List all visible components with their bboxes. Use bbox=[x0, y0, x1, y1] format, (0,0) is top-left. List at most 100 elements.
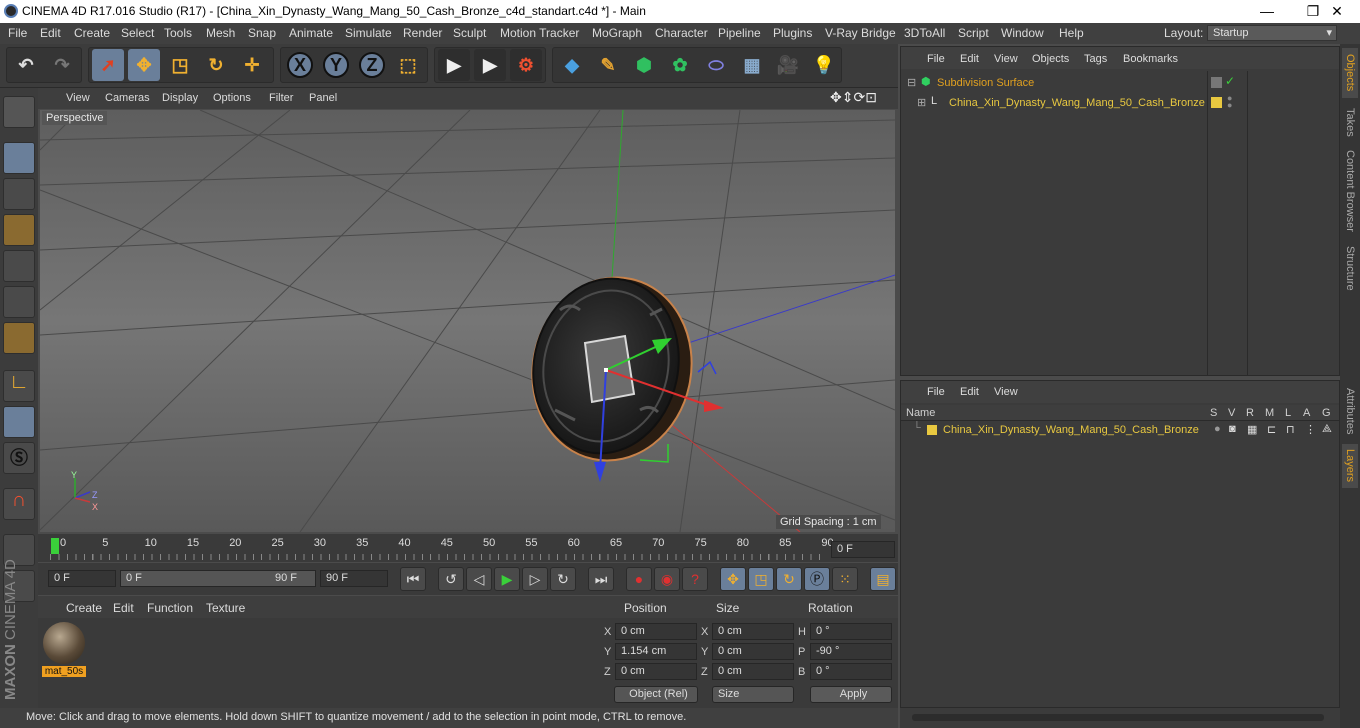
axis-mode-icon[interactable]: ∟ bbox=[3, 370, 35, 402]
scale-tool-icon[interactable]: ◳ bbox=[164, 49, 196, 81]
edges-mode-icon[interactable] bbox=[3, 286, 35, 318]
manager-icon[interactable]: ⊏ bbox=[1267, 423, 1276, 436]
obj-menu-bookmarks[interactable]: Bookmarks bbox=[1123, 53, 1178, 65]
coordinate-mode-select[interactable]: Object (Rel) bbox=[614, 686, 698, 703]
points-mode-icon[interactable] bbox=[3, 250, 35, 282]
make-editable-icon[interactable] bbox=[3, 96, 35, 128]
obj-menu-edit[interactable]: Edit bbox=[960, 53, 979, 65]
cloner-icon[interactable]: ✿ bbox=[664, 49, 696, 81]
size-z-field[interactable]: 0 cm bbox=[712, 663, 794, 680]
menu-tools[interactable]: Tools bbox=[164, 26, 192, 40]
layer-menu-view[interactable]: View bbox=[994, 386, 1018, 398]
start-frame-field[interactable]: 0 F bbox=[48, 570, 116, 587]
previous-key-icon[interactable]: ↺ bbox=[438, 567, 464, 591]
layer-color-swatch[interactable] bbox=[1211, 97, 1222, 108]
snap-icon[interactable]: Ⓢ bbox=[3, 442, 35, 474]
end-frame-field[interactable]: 90 F bbox=[320, 570, 388, 587]
material-item[interactable]: mat_50s bbox=[42, 622, 86, 678]
cube-icon[interactable]: ◆ bbox=[556, 49, 588, 81]
menu-file[interactable]: File bbox=[8, 26, 27, 40]
col-m[interactable]: M bbox=[1265, 407, 1274, 419]
animation-icon[interactable]: ⋮ bbox=[1305, 423, 1316, 436]
key-pla-icon[interactable]: ⁙ bbox=[832, 567, 858, 591]
col-l[interactable]: L bbox=[1285, 407, 1291, 419]
subdivision-surface-icon[interactable]: ⬢ bbox=[628, 49, 660, 81]
menu-character[interactable]: Character bbox=[655, 26, 708, 40]
collapse-icon[interactable]: ⊟ bbox=[907, 76, 916, 89]
menu-help[interactable]: Help bbox=[1059, 26, 1084, 40]
viewport-menu-display[interactable]: Display bbox=[162, 92, 198, 104]
menu-render[interactable]: Render bbox=[403, 26, 442, 40]
menu-mesh[interactable]: Mesh bbox=[206, 26, 235, 40]
viewport-menu-view[interactable]: View bbox=[66, 92, 90, 104]
key-rotation-icon[interactable]: ↻ bbox=[776, 567, 802, 591]
live-selection-tool-icon[interactable]: ➚ bbox=[92, 49, 124, 81]
pen-spline-icon[interactable]: ✎ bbox=[592, 49, 624, 81]
layer-row[interactable]: └ China_Xin_Dynasty_Wang_Mang_50_Cash_Br… bbox=[903, 422, 1339, 439]
current-frame-field[interactable]: 0 F bbox=[831, 541, 895, 558]
render-to-picture-viewer-icon[interactable]: ▶ bbox=[474, 49, 506, 81]
horizontal-scrollbar[interactable] bbox=[900, 708, 1340, 728]
tab-content-browser[interactable]: Content Browser bbox=[1342, 146, 1358, 236]
minimize-button[interactable]: — bbox=[1244, 0, 1290, 23]
viewport-menu-panel[interactable]: Panel bbox=[309, 92, 337, 104]
floor-icon[interactable]: ▦ bbox=[736, 49, 768, 81]
redo-button[interactable]: ↷ bbox=[46, 49, 78, 81]
menu-plugins[interactable]: Plugins bbox=[773, 26, 812, 40]
tab-layers[interactable]: Layers bbox=[1342, 444, 1358, 488]
menu-pipeline[interactable]: Pipeline bbox=[718, 26, 761, 40]
y-axis-lock-button[interactable]: Y bbox=[320, 49, 352, 81]
menu-3dtoall[interactable]: 3DToAll bbox=[904, 26, 945, 40]
pos-y-field[interactable]: 1.154 cm bbox=[615, 643, 697, 660]
enabled-check-icon[interactable]: ✓ bbox=[1225, 74, 1235, 88]
tab-takes[interactable]: Takes bbox=[1342, 102, 1358, 142]
menu-snap[interactable]: Snap bbox=[248, 26, 276, 40]
tab-attributes[interactable]: Attributes bbox=[1342, 382, 1358, 440]
size-mode-select[interactable]: Size bbox=[712, 686, 794, 703]
render-icon[interactable]: ▦ bbox=[1247, 423, 1257, 436]
pos-z-field[interactable]: 0 cm bbox=[615, 663, 697, 680]
frame-range-slider[interactable]: 0 F 90 F bbox=[120, 570, 316, 587]
timeline-ruler[interactable]: 0 5 10 15 20 25 30 35 40 45 50 55 60 65 70 75 80 85 90 0 F bbox=[38, 534, 898, 562]
generators-icon[interactable]: ⟁ bbox=[1322, 423, 1332, 436]
tweak-mode-icon[interactable] bbox=[3, 406, 35, 438]
undo-button[interactable]: ↶ bbox=[10, 49, 42, 81]
menu-create[interactable]: Create bbox=[74, 26, 110, 40]
previous-frame-icon[interactable]: ◁ bbox=[466, 567, 492, 591]
layout-select[interactable]: Startup ▾ bbox=[1207, 25, 1337, 41]
camera-name[interactable]: Perspective bbox=[42, 111, 108, 125]
size-y-field[interactable]: 0 cm bbox=[712, 643, 794, 660]
rot-p-field[interactable]: -90 ° bbox=[810, 643, 892, 660]
key-scale-icon[interactable]: ◳ bbox=[748, 567, 774, 591]
rot-h-field[interactable]: 0 ° bbox=[810, 623, 892, 640]
menu-vray-bridge[interactable]: V-Ray Bridge bbox=[825, 26, 896, 40]
viewport-menu-options[interactable]: Options bbox=[213, 92, 251, 104]
viewport-menu-filter[interactable]: Filter bbox=[269, 92, 293, 104]
viewport-menu-cameras[interactable]: Cameras bbox=[105, 92, 150, 104]
visible-icon[interactable]: ◙ bbox=[1229, 423, 1236, 435]
keyframe-selection-icon[interactable]: ? bbox=[682, 567, 708, 591]
menu-sculpt[interactable]: Sculpt bbox=[453, 26, 486, 40]
layer-menu-file[interactable]: File bbox=[927, 386, 945, 398]
menu-edit[interactable]: Edit bbox=[40, 26, 61, 40]
magnet-icon[interactable]: ∩ bbox=[3, 488, 35, 520]
col-name[interactable]: Name bbox=[906, 407, 935, 419]
menu-select[interactable]: Select bbox=[121, 26, 154, 40]
next-frame-icon[interactable]: ▷ bbox=[522, 567, 548, 591]
playhead[interactable] bbox=[51, 538, 59, 554]
obj-menu-view[interactable]: View bbox=[994, 53, 1018, 65]
size-x-field[interactable]: 0 cm bbox=[712, 623, 794, 640]
close-button[interactable]: ✕ bbox=[1314, 0, 1360, 23]
menu-simulate[interactable]: Simulate bbox=[345, 26, 392, 40]
menu-animate[interactable]: Animate bbox=[289, 26, 333, 40]
menu-mograph[interactable]: MoGraph bbox=[592, 26, 642, 40]
locked-icon[interactable]: ⊓ bbox=[1286, 423, 1295, 436]
obj-menu-objects[interactable]: Objects bbox=[1032, 53, 1069, 65]
tab-structure[interactable]: Structure bbox=[1342, 240, 1358, 296]
autokey-icon[interactable]: ◉ bbox=[654, 567, 680, 591]
next-key-icon[interactable]: ↻ bbox=[550, 567, 576, 591]
light-icon[interactable]: 💡 bbox=[808, 49, 840, 81]
menu-script[interactable]: Script bbox=[958, 26, 989, 40]
rotate-tool-icon[interactable]: ↻ bbox=[200, 49, 232, 81]
key-parameter-icon[interactable]: Ⓟ bbox=[804, 567, 830, 591]
